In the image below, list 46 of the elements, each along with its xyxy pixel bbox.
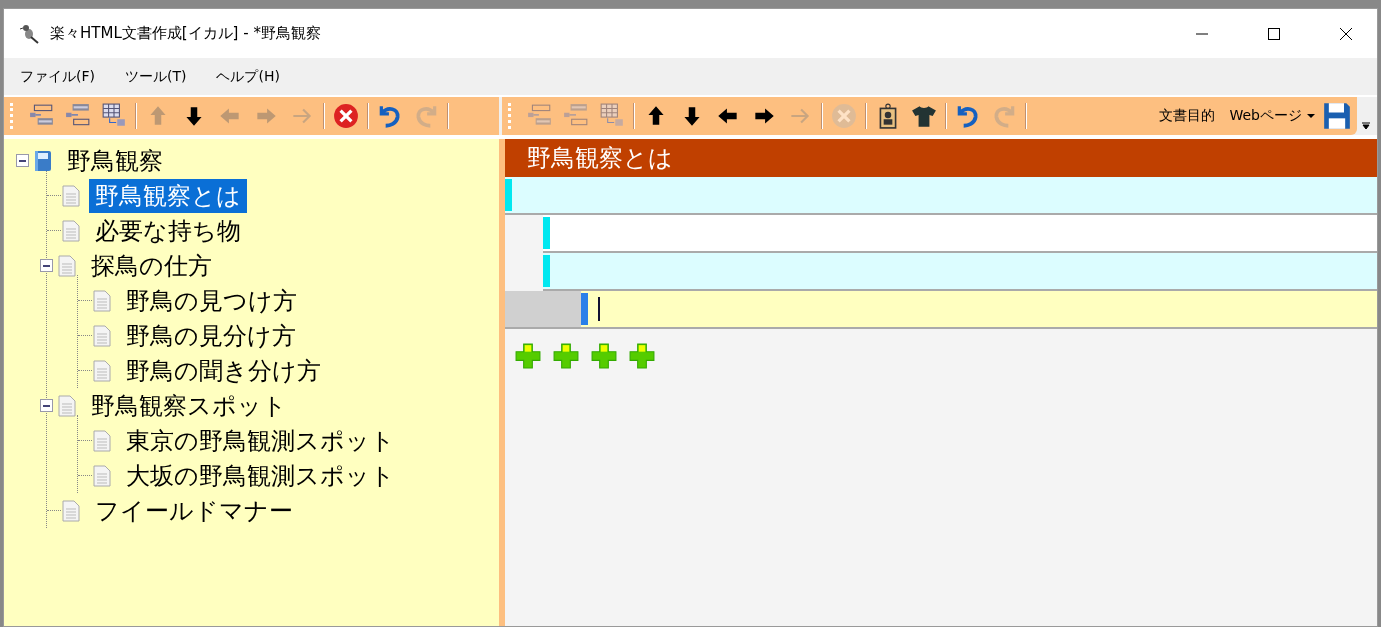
purpose-label: 文書目的 [1159, 107, 1216, 125]
tree-item[interactable]: 野鳥の見つけ方 [120, 283, 303, 318]
add-icon[interactable] [591, 343, 617, 369]
tree-item[interactable]: 探鳥の仕方 [85, 248, 218, 283]
table-icon[interactable] [101, 103, 127, 129]
page-icon [57, 394, 77, 417]
purpose-dropdown[interactable]: Webページ [1229, 107, 1315, 125]
page-icon [61, 184, 81, 207]
add-icon[interactable] [629, 343, 655, 369]
section-heading: 野鳥観察とは [505, 139, 1377, 177]
tree-item[interactable]: 野鳥の見分け方 [120, 318, 302, 353]
content-block[interactable] [505, 177, 1377, 215]
text-input-field[interactable] [505, 291, 1377, 329]
tree-item[interactable]: 東京の野鳥観測スポット [120, 423, 401, 458]
bird-icon [20, 23, 40, 44]
tree-item[interactable]: 野鳥の聞き分け方 [120, 353, 327, 388]
page-icon [57, 254, 77, 277]
shirt-icon[interactable] [911, 103, 937, 129]
tree-item[interactable]: 野鳥観察 [61, 143, 169, 178]
window-title: 楽々HTML文書作成[イカル] - *野鳥観察 [50, 24, 321, 43]
page-icon [92, 464, 112, 487]
add-icon[interactable] [515, 343, 541, 369]
content-block[interactable] [543, 253, 1377, 291]
page-icon [92, 324, 112, 347]
tree-item[interactable]: 野鳥観察スポット [85, 388, 293, 423]
book-icon [33, 149, 53, 172]
tree-item[interactable]: 大坂の野鳥観測スポット [120, 458, 401, 493]
tree-item[interactable]: フイールドマナー [89, 493, 299, 528]
page-icon [92, 429, 112, 452]
collapse-toggle[interactable] [16, 154, 29, 167]
save-icon[interactable] [1323, 102, 1351, 130]
page-icon [92, 359, 112, 382]
menu-item[interactable]: ファイル(F) [20, 67, 95, 86]
tree-item[interactable]: 必要な持ち物 [89, 213, 247, 248]
menu-item[interactable]: ツール(T) [125, 67, 187, 86]
menu-item[interactable]: ヘルプ(H) [216, 67, 280, 86]
collapse-toggle[interactable] [40, 259, 53, 272]
page-icon [61, 499, 81, 522]
tree-item[interactable]: 野鳥観察とは [89, 178, 247, 213]
page-icon [61, 219, 81, 242]
page-icon [92, 289, 112, 312]
add-icon[interactable] [553, 343, 579, 369]
delete-icon[interactable] [333, 103, 359, 129]
collapse-toggle[interactable] [40, 399, 53, 412]
content-block[interactable] [543, 215, 1377, 253]
caret-icon [1307, 114, 1315, 118]
